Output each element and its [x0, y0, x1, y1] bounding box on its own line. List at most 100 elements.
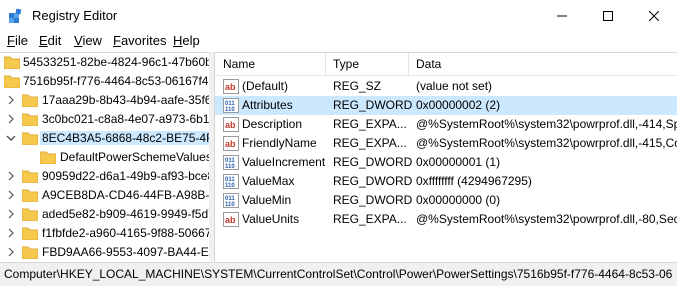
binary-value-icon: 011110 [223, 98, 239, 113]
menu-favorites-label: avorites [120, 33, 167, 48]
registry-path[interactable]: Computer\HKEY_LOCAL_MACHINE\SYSTEM\Curre… [4, 267, 672, 281]
chevron-down-icon[interactable] [6, 133, 16, 143]
list-row[interactable]: ab (Default) REG_SZ (value not set) [215, 77, 677, 96]
tree-item[interactable]: 3c0bc021-c8a8-4e07-a973-6b14cbcb2b7e [0, 110, 209, 129]
string-value-icon: ab [223, 136, 239, 151]
tree-item[interactable]: 7516b95f-f776-4464-8c53-06167f40cc99 [0, 72, 209, 91]
svg-text:110: 110 [225, 183, 235, 189]
list-row[interactable]: 011 110 ValueMin REG_DWORD 0x00000000 (0) [215, 191, 677, 210]
menu-favorites-accel: F [113, 33, 121, 48]
menu-help-accel: H [173, 33, 183, 48]
string-value-icon: ab [223, 117, 239, 132]
menu-view-label: iew [82, 33, 102, 48]
chevron-right-icon[interactable] [6, 190, 16, 200]
chevron-right-icon[interactable] [6, 247, 16, 257]
maximize-icon [603, 10, 613, 21]
string-value-icon: ab [223, 212, 239, 227]
chevron-right-icon[interactable] [6, 209, 16, 219]
list-row[interactable]: 011 110 ValueIncrement REG_DWORD 0x000000… [215, 153, 677, 172]
folder-icon [22, 189, 38, 202]
value-name: Attributes [242, 98, 293, 112]
list-row[interactable]: ab ValueUnits REG_EXPA... @%SystemRoot%\… [215, 210, 677, 229]
column-header-data[interactable]: Data [416, 57, 441, 71]
window-title: Registry Editor [32, 8, 118, 23]
chevron-right-icon[interactable] [6, 95, 16, 105]
value-data: 0xffffffff (4294967295) [416, 174, 532, 188]
menu-favorites[interactable]: Favorites [113, 33, 166, 48]
tree-item-label: aded5e82-b909-4619-9949-f5d71dac0bcb [42, 207, 209, 221]
menu-help[interactable]: Help [173, 33, 200, 48]
menu-bar: File Edit View Favorites Help [0, 31, 677, 51]
svg-text:ab: ab [225, 215, 236, 225]
tree-item[interactable]: A9CEB8DA-CD46-44FB-A98B-02AF69DE4623 [0, 186, 209, 205]
tree-item-label: A9CEB8DA-CD46-44FB-A98B-02AF69DE4623 [42, 188, 209, 202]
value-type: REG_DWORD [333, 155, 413, 169]
menu-view[interactable]: View [74, 33, 102, 48]
svg-text:110: 110 [225, 202, 235, 208]
folder-icon [4, 75, 20, 88]
list-row-selected[interactable]: 011 110 Attributes REG_DWORD 0x00000002 (… [215, 96, 677, 115]
tree-item[interactable]: 17aaa29b-8b43-4b94-aafe-35f64daaf1ee [0, 91, 209, 110]
value-data: @%SystemRoot%\system32\powrprof.dll,-414… [416, 117, 677, 131]
list-row[interactable]: 011 110 ValueMax REG_DWORD 0xffffffff (42… [215, 172, 677, 191]
value-data: @%SystemRoot%\system32\powrprof.dll,-80,… [416, 212, 677, 226]
tree-item[interactable]: FBD9AA66-9553-4097-BA44-ED6E9D65EAB8 [0, 243, 209, 262]
tree-item-label: 7516b95f-f776-4464-8c53-06167f40cc99 [23, 74, 209, 88]
folder-icon [22, 170, 38, 183]
folder-open-icon [22, 132, 38, 145]
tree-item-label: 90959d22-d6a1-49b9-af93-bce885ad335b [42, 169, 209, 183]
folder-icon [22, 246, 38, 259]
svg-text:ab: ab [225, 82, 236, 92]
tree-item[interactable]: 54533251-82be-4824-96c1-47b60b740d00 [0, 53, 209, 72]
svg-text:ab: ab [225, 139, 236, 149]
binary-value-icon: 011110 [223, 174, 239, 189]
tree-item-label: 17aaa29b-8b43-4b94-aafe-35f64daaf1ee [42, 93, 209, 107]
tree-item-label: 3c0bc021-c8a8-4e07-a973-6b14cbcb2b7e [42, 112, 209, 126]
close-button[interactable] [631, 0, 677, 31]
tree-item[interactable]: 90959d22-d6a1-49b9-af93-bce885ad335b [0, 167, 209, 186]
folder-icon [22, 208, 38, 221]
close-icon [649, 10, 659, 21]
registry-editor-window: Registry Editor File Edit View Favorites… [0, 0, 677, 286]
column-header-name[interactable]: Name [223, 57, 255, 71]
menu-edit[interactable]: Edit [39, 33, 61, 48]
string-value-icon: ab [223, 79, 239, 94]
maximize-button[interactable] [585, 0, 631, 31]
chevron-right-icon[interactable] [6, 114, 16, 124]
value-name: ValueMax [242, 174, 295, 188]
value-name: ValueMin [242, 193, 292, 207]
minimize-icon [557, 15, 567, 16]
chevron-right-icon[interactable] [6, 228, 16, 238]
title-bar[interactable]: Registry Editor [0, 0, 677, 31]
folder-icon [4, 56, 20, 69]
column-divider[interactable] [325, 53, 326, 75]
tree-item[interactable]: aded5e82-b909-4619-9949-f5d71dac0bcb [0, 205, 209, 224]
menu-file[interactable]: File [7, 33, 28, 48]
tree-item-label: DefaultPowerSchemeValues [60, 150, 209, 164]
value-data: 0x00000000 (0) [416, 193, 501, 207]
list-row[interactable]: ab FriendlyName REG_EXPA... @%SystemRoot… [215, 134, 677, 153]
tree-item[interactable]: f1fbfde2-a960-4165-9f88-50667911ce96 [0, 224, 209, 243]
folder-icon [22, 94, 38, 107]
values-list-pane[interactable]: Name Type Data ab (Default) REG_SZ (valu… [214, 52, 677, 262]
status-bar: Computer\HKEY_LOCAL_MACHINE\SYSTEM\Curre… [0, 262, 677, 286]
column-divider[interactable] [408, 53, 409, 75]
list-header: Name Type Data [215, 53, 677, 76]
svg-text:110: 110 [225, 164, 235, 170]
column-header-type[interactable]: Type [333, 57, 359, 71]
value-data: 0x00000002 (2) [416, 98, 501, 112]
list-row[interactable]: ab Description REG_EXPA... @%SystemRoot%… [215, 115, 677, 134]
tree-item-label: f1fbfde2-a960-4165-9f88-50667911ce96 [42, 226, 209, 240]
value-name: (Default) [242, 79, 289, 93]
key-tree-pane[interactable]: 54533251-82be-4824-96c1-47b60b740d00 751… [0, 52, 209, 262]
chevron-right-icon[interactable] [6, 171, 16, 181]
tree-item[interactable]: DefaultPowerSchemeValues [0, 148, 209, 167]
tree-item-selected[interactable]: 8EC4B3A5-6868-48c2-BE75-4F3044BE88A7 [0, 129, 209, 148]
tree-item-label: 8EC4B3A5-6868-48c2-BE75-4F3044BE88A7 [40, 131, 209, 145]
minimize-button[interactable] [539, 0, 585, 31]
binary-value-icon: 011110 [223, 193, 239, 208]
value-name: Description [242, 117, 303, 131]
folder-icon [40, 151, 56, 164]
menu-file-accel: F [7, 33, 15, 48]
value-type: REG_SZ [333, 79, 382, 93]
